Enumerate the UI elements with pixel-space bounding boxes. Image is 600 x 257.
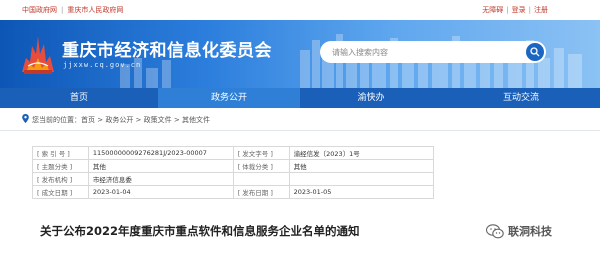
link-accessibility[interactable]: 无障碍 bbox=[482, 6, 503, 14]
document-meta-table: [ 索 引 号 ] 11500000009276281J/2023-00007 … bbox=[32, 146, 435, 199]
meta-value-index: 11500000009276281J/2023-00007 bbox=[87, 146, 234, 160]
link-register[interactable]: 注册 bbox=[534, 6, 548, 14]
meta-key-publisher: [ 发布机构 ] bbox=[32, 172, 89, 186]
top-left-links: 中国政府网 | 重庆市人民政府网 bbox=[22, 5, 123, 15]
site-url: jjxxw.cq.gov.cn bbox=[63, 61, 142, 69]
top-link-separator: | bbox=[61, 6, 64, 14]
top-link-separator: | bbox=[528, 6, 531, 14]
meta-key-publish-date: [ 发布日期 ] bbox=[232, 185, 290, 199]
meta-key-index: [ 索 引 号 ] bbox=[32, 146, 89, 160]
nav-item-yukuaiban[interactable]: 渝快办 bbox=[300, 88, 442, 108]
table-row: [ 索 引 号 ] 11500000009276281J/2023-00007 … bbox=[32, 146, 435, 160]
document-title: 关于公布2022年度重庆市重点软件和信息服务企业名单的通知 bbox=[40, 224, 360, 238]
nav-item-home[interactable]: 首页 bbox=[0, 88, 158, 108]
breadcrumb: 您当前的位置：首页 > 政务公开 > 政策文件 > 其他文件 bbox=[22, 114, 210, 126]
watermark: 联洞科技 bbox=[486, 222, 552, 240]
search-icon bbox=[530, 47, 540, 57]
search-box bbox=[320, 41, 546, 63]
link-china-gov[interactable]: 中国政府网 bbox=[22, 6, 57, 14]
watermark-text: 联洞科技 bbox=[508, 225, 552, 238]
site-title[interactable]: 重庆市经济和信息化委员会 bbox=[62, 36, 272, 61]
main-nav: 首页 政务公开 渝快办 互动交流 bbox=[0, 88, 600, 108]
link-login[interactable]: 登录 bbox=[512, 6, 526, 14]
top-link-separator: | bbox=[506, 6, 509, 14]
meta-key-doc-number: [ 发文字号 ] bbox=[232, 146, 290, 160]
nav-item-interaction[interactable]: 互动交流 bbox=[442, 88, 600, 108]
table-row: [ 成文日期 ] 2023-01-04 [ 发布日期 ] 2023-01-05 bbox=[32, 185, 435, 199]
breadcrumb-text[interactable]: 您当前的位置：首页 > 政务公开 > 政策文件 > 其他文件 bbox=[32, 116, 210, 124]
table-row: [ 发布机构 ] 市经济信息委 bbox=[32, 172, 435, 186]
meta-value-topic: 其他 bbox=[87, 159, 234, 173]
search-input[interactable] bbox=[332, 45, 512, 59]
meta-key-empty bbox=[232, 172, 290, 186]
meta-key-topic: [ 主题分类 ] bbox=[32, 159, 89, 173]
meta-value-genre: 其他 bbox=[288, 159, 435, 173]
meta-key-written-date: [ 成文日期 ] bbox=[32, 185, 89, 199]
meta-value-empty bbox=[288, 172, 435, 186]
top-right-links: 无障碍 | 登录 | 注册 bbox=[482, 5, 548, 15]
location-pin-icon bbox=[22, 114, 29, 123]
divider bbox=[0, 130, 600, 131]
wechat-icon bbox=[486, 223, 504, 238]
site-banner: 重庆市经济和信息化委员会 jjxxw.cq.gov.cn bbox=[0, 20, 600, 88]
table-row: [ 主题分类 ] 其他 [ 体裁分类 ] 其他 bbox=[32, 159, 435, 173]
meta-value-publish-date: 2023-01-05 bbox=[288, 185, 435, 199]
meta-value-publisher: 市经济信息委 bbox=[87, 172, 234, 186]
meta-key-genre: [ 体裁分类 ] bbox=[232, 159, 290, 173]
meta-value-doc-number: 渝经信发〔2023〕1号 bbox=[288, 146, 435, 160]
meta-value-written-date: 2023-01-04 bbox=[87, 185, 234, 199]
chongqing-emblem-icon bbox=[22, 36, 54, 74]
top-utility-bar: 中国政府网 | 重庆市人民政府网 无障碍 | 登录 | 注册 bbox=[0, 0, 600, 20]
nav-item-gov-affairs[interactable]: 政务公开 bbox=[158, 88, 300, 108]
link-chongqing-gov[interactable]: 重庆市人民政府网 bbox=[67, 6, 123, 14]
search-button[interactable] bbox=[526, 43, 544, 61]
